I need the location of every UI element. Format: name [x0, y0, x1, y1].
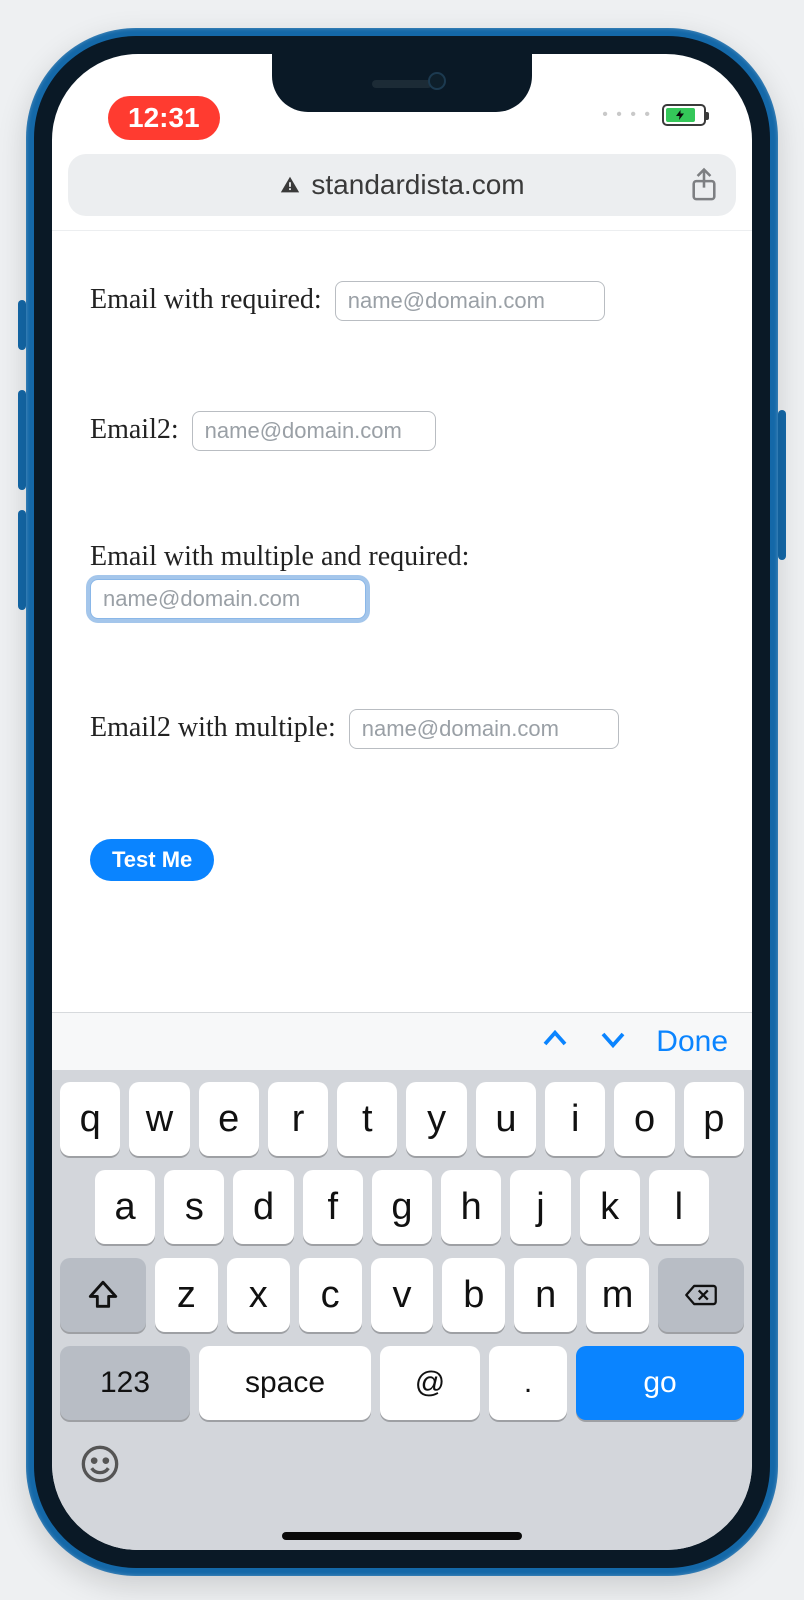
next-field-button[interactable]: [598, 1024, 628, 1059]
key-w[interactable]: w: [129, 1082, 189, 1156]
key-z[interactable]: z: [155, 1258, 218, 1332]
key-s[interactable]: s: [164, 1170, 224, 1244]
key-p[interactable]: p: [684, 1082, 744, 1156]
key-k[interactable]: k: [580, 1170, 640, 1244]
keyboard-done-button[interactable]: Done: [656, 1025, 728, 1059]
emoji-icon: [80, 1444, 120, 1484]
phone-notch: [272, 54, 532, 112]
key-at[interactable]: @: [380, 1346, 480, 1420]
test-me-button[interactable]: Test Me: [90, 839, 214, 881]
key-t[interactable]: t: [337, 1082, 397, 1156]
email-multiple-required-label: Email with multiple and required:: [90, 541, 714, 573]
key-e[interactable]: e: [199, 1082, 259, 1156]
key-l[interactable]: l: [649, 1170, 709, 1244]
key-a[interactable]: a: [95, 1170, 155, 1244]
key-j[interactable]: j: [510, 1170, 570, 1244]
page-content: Email with required: Email2: Email with …: [52, 231, 752, 881]
key-space[interactable]: space: [199, 1346, 371, 1420]
email2-multiple-input[interactable]: [349, 709, 619, 749]
key-d[interactable]: d: [233, 1170, 293, 1244]
email2-label: Email2:: [90, 414, 186, 445]
keyboard-accessory-bar: Done: [52, 1012, 752, 1070]
key-g[interactable]: g: [372, 1170, 432, 1244]
key-x[interactable]: x: [227, 1258, 290, 1332]
browser-url-bar[interactable]: standardista.com: [68, 154, 736, 216]
email-multiple-required-input[interactable]: [90, 579, 366, 619]
home-indicator[interactable]: [282, 1532, 522, 1540]
key-numbers[interactable]: 123: [60, 1346, 190, 1420]
key-m[interactable]: m: [586, 1258, 649, 1332]
email-required-input[interactable]: [335, 281, 605, 321]
backspace-icon: [684, 1278, 718, 1312]
key-shift[interactable]: [60, 1258, 146, 1332]
status-time-recording-pill[interactable]: 12:31: [108, 96, 220, 140]
battery-icon: [662, 104, 706, 126]
onscreen-keyboard: q w e r t y u i o p a s d f g h: [52, 1070, 752, 1550]
prev-field-button[interactable]: [540, 1024, 570, 1059]
share-button[interactable]: [688, 167, 720, 203]
key-r[interactable]: r: [268, 1082, 328, 1156]
email2-input[interactable]: [192, 411, 436, 451]
key-u[interactable]: u: [476, 1082, 536, 1156]
key-o[interactable]: o: [614, 1082, 674, 1156]
key-y[interactable]: y: [406, 1082, 466, 1156]
phone-silence-switch: [18, 300, 26, 350]
shift-icon: [86, 1278, 120, 1312]
key-v[interactable]: v: [371, 1258, 434, 1332]
not-secure-warning-icon: [279, 174, 301, 196]
phone-frame: 12:31 • • • • standardista.com: [26, 28, 778, 1576]
key-go[interactable]: go: [576, 1346, 744, 1420]
key-period[interactable]: .: [489, 1346, 567, 1420]
key-backspace[interactable]: [658, 1258, 744, 1332]
phone-volume-up: [18, 390, 26, 490]
key-i[interactable]: i: [545, 1082, 605, 1156]
key-q[interactable]: q: [60, 1082, 120, 1156]
phone-power-button: [778, 410, 786, 560]
key-c[interactable]: c: [299, 1258, 362, 1332]
email2-multiple-label: Email2 with multiple:: [90, 712, 343, 743]
charging-bolt-icon: [674, 107, 686, 123]
key-h[interactable]: h: [441, 1170, 501, 1244]
url-domain-text: standardista.com: [311, 169, 524, 201]
emoji-keyboard-button[interactable]: [80, 1444, 120, 1489]
email-required-label: Email with required:: [90, 284, 329, 315]
key-f[interactable]: f: [303, 1170, 363, 1244]
key-b[interactable]: b: [442, 1258, 505, 1332]
phone-volume-down: [18, 510, 26, 610]
status-cellular-dots: • • • •: [602, 106, 652, 124]
key-n[interactable]: n: [514, 1258, 577, 1332]
